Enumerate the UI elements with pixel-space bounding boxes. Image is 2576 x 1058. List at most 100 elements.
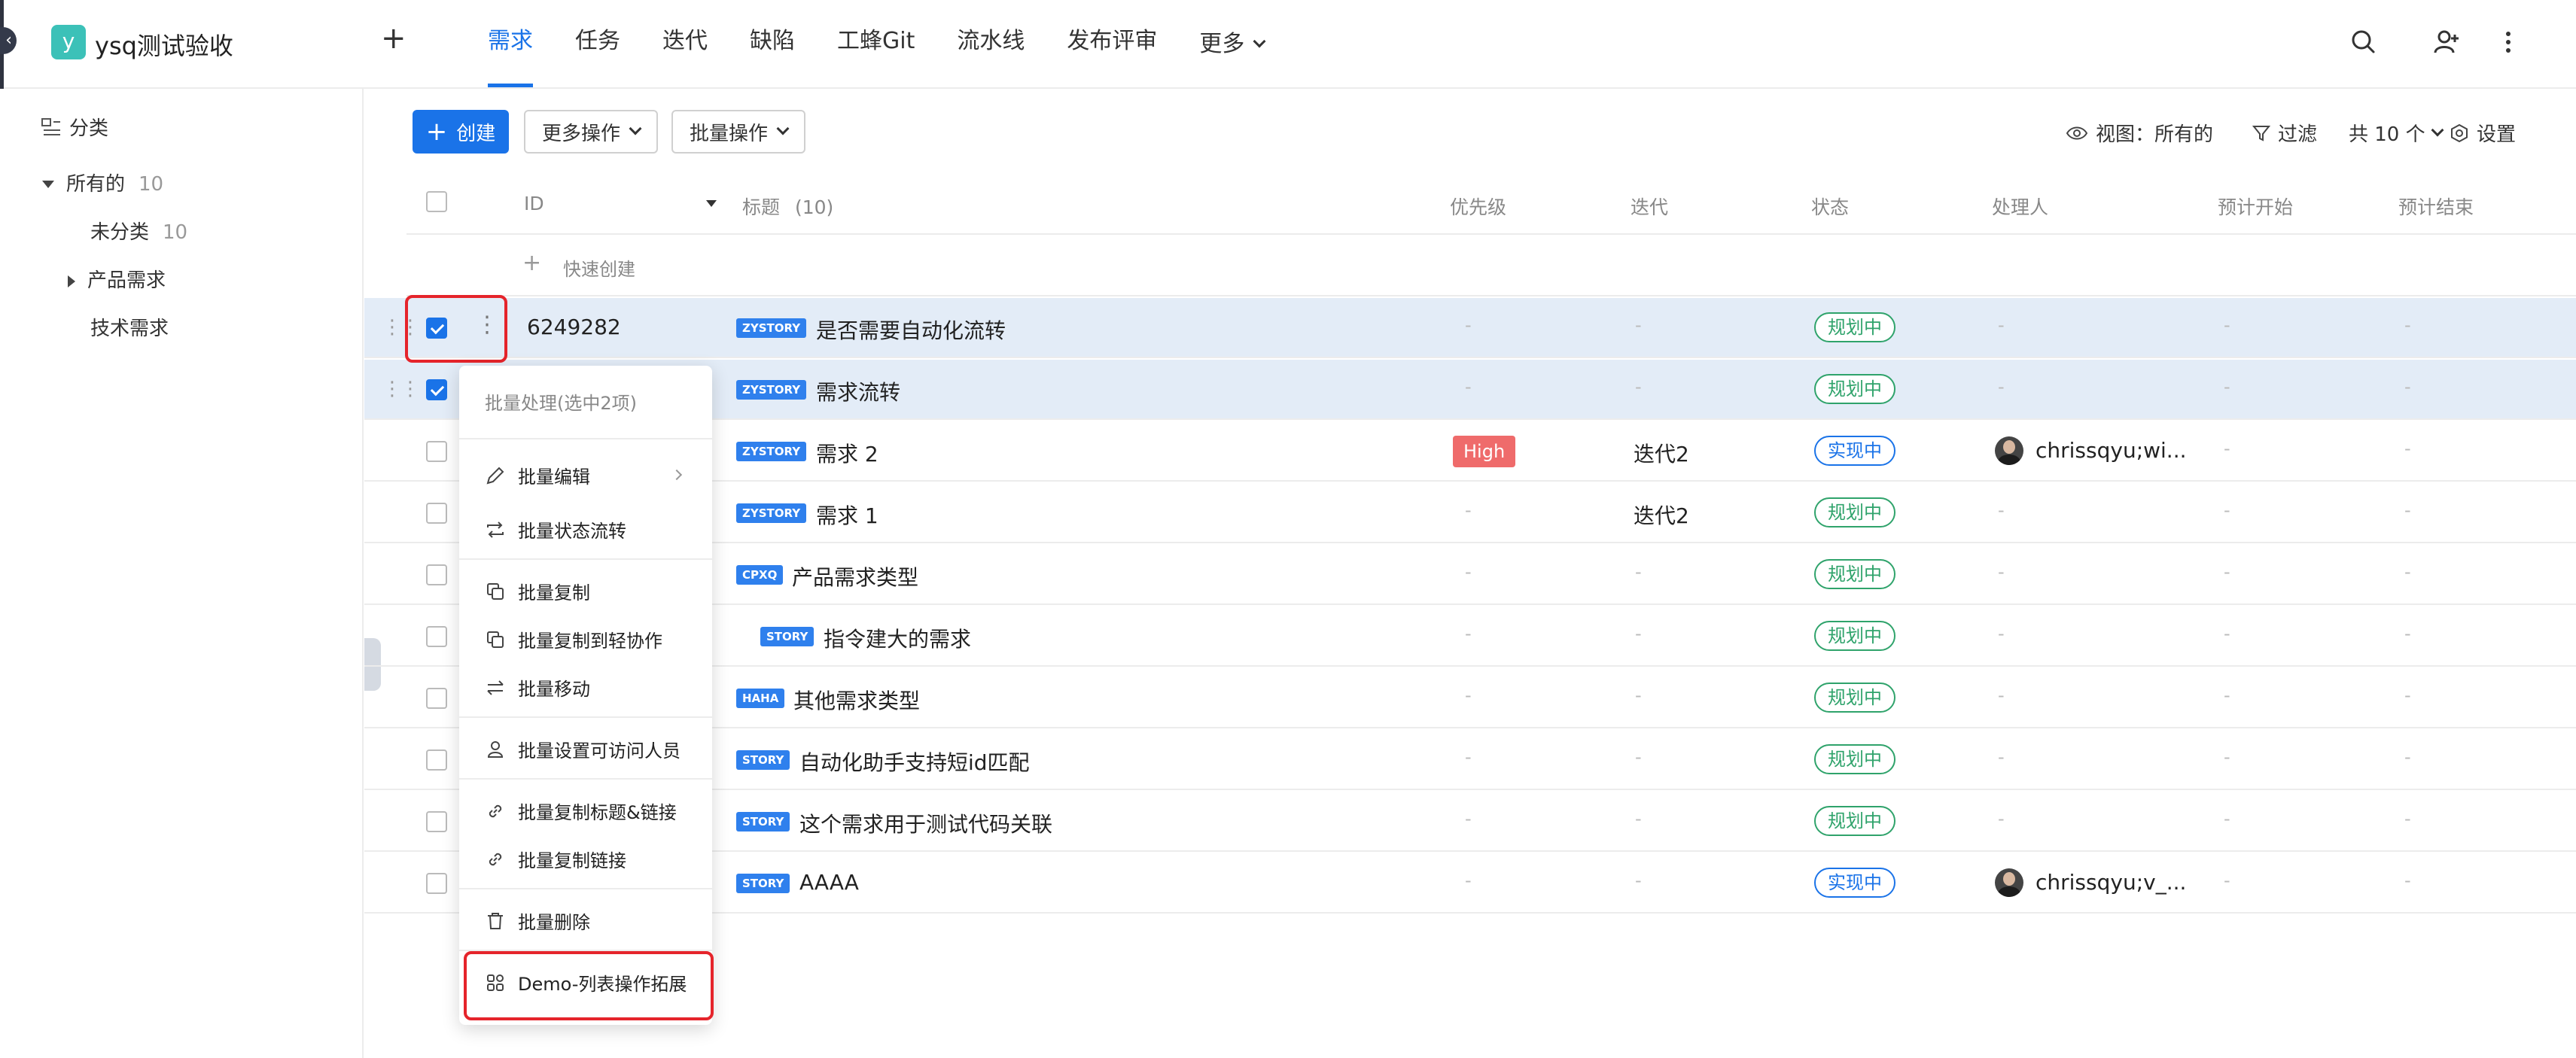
tab-git[interactable]: 工蜂Git bbox=[816, 0, 936, 89]
chevron-down-icon bbox=[1253, 35, 1266, 48]
row-iteration[interactable]: 迭代2 bbox=[1634, 500, 1689, 530]
drag-handle-icon[interactable]: ⋮⋮ bbox=[382, 378, 420, 400]
sidebar-item-all[interactable]: 所有的 10 bbox=[42, 169, 163, 196]
select-all-checkbox[interactable] bbox=[426, 191, 447, 212]
column-header-assignee[interactable]: 处理人 bbox=[1992, 193, 2048, 220]
row-title[interactable]: 指令建大的需求 bbox=[824, 623, 971, 653]
avatar bbox=[1995, 436, 2023, 465]
menu-divider bbox=[459, 558, 712, 560]
row-checkbox[interactable] bbox=[426, 441, 447, 462]
batch-move-item[interactable]: 批量移动 bbox=[485, 674, 590, 701]
end-empty: - bbox=[2404, 623, 2411, 644]
status-badge[interactable]: 实现中 bbox=[1814, 868, 1895, 898]
row-title[interactable]: 自动化助手支持短id匹配 bbox=[799, 746, 1030, 777]
batch-operations-button[interactable]: 批量操作 bbox=[671, 110, 806, 154]
row-id[interactable]: 6249282 bbox=[527, 315, 621, 339]
chevron-down-icon bbox=[629, 122, 642, 135]
row-checkbox[interactable] bbox=[426, 379, 447, 400]
sidebar-item-product-req[interactable]: 产品需求 bbox=[68, 265, 166, 293]
row-checkbox[interactable] bbox=[426, 503, 447, 524]
table-row[interactable]: ⋮⋮ ⋮ 6249282 ZYSTORY 是否需要自动化流转 - - 规划中 -… bbox=[364, 298, 2576, 358]
row-title[interactable]: 需求流转 bbox=[816, 376, 900, 406]
status-badge[interactable]: 规划中 bbox=[1814, 497, 1895, 527]
row-checkbox[interactable] bbox=[426, 749, 447, 771]
repeat-icon bbox=[487, 521, 504, 538]
status-badge[interactable]: 规划中 bbox=[1814, 744, 1895, 774]
sidebar-item-count: 10 bbox=[139, 173, 164, 196]
row-assignee[interactable]: chrissqyu;v_... bbox=[2036, 870, 2186, 895]
row-title[interactable]: 其他需求类型 bbox=[793, 685, 920, 715]
tab-pipeline[interactable]: 流水线 bbox=[936, 0, 1046, 89]
batch-status-flow-item[interactable]: 批量状态流转 bbox=[485, 516, 626, 543]
row-title[interactable]: 需求 1 bbox=[816, 500, 878, 530]
column-header-title[interactable]: 标题 (10) bbox=[742, 193, 833, 220]
status-badge[interactable]: 实现中 bbox=[1814, 436, 1895, 466]
chevron-down-icon bbox=[776, 122, 790, 135]
row-title[interactable]: AAAA bbox=[799, 870, 859, 895]
row-title[interactable]: 是否需要自动化流转 bbox=[816, 315, 1006, 345]
status-badge[interactable]: 规划中 bbox=[1814, 683, 1895, 713]
row-checkbox[interactable] bbox=[426, 564, 447, 585]
row-assignee[interactable]: chrissqyu;wi... bbox=[2036, 438, 2187, 463]
avatar bbox=[1995, 868, 2023, 897]
create-button-label: 创建 bbox=[456, 122, 496, 145]
priority-badge[interactable]: High bbox=[1453, 436, 1516, 467]
type-tag: STORY bbox=[736, 750, 790, 770]
column-header-id[interactable]: ID bbox=[524, 193, 544, 214]
row-title[interactable]: 需求 2 bbox=[816, 438, 878, 468]
batch-copy-to-lite-item[interactable]: 批量复制到轻协作 bbox=[485, 626, 662, 652]
tab-iterations[interactable]: 迭代 bbox=[641, 0, 729, 89]
column-header-title-label: 标题 bbox=[742, 196, 781, 218]
batch-edit-item[interactable]: 批量编辑 bbox=[485, 462, 688, 488]
start-empty: - bbox=[2224, 561, 2230, 582]
quick-create-row[interactable]: + 快速创建 bbox=[406, 236, 2576, 296]
add-button[interactable]: + bbox=[381, 21, 406, 56]
column-header-status[interactable]: 状态 bbox=[1811, 193, 1849, 220]
sidebar-item-uncategorized[interactable]: 未分类 10 bbox=[90, 217, 187, 245]
row-title[interactable]: 产品需求类型 bbox=[792, 561, 918, 591]
status-badge[interactable]: 规划中 bbox=[1814, 621, 1895, 651]
project-name[interactable]: ysq测试验收 bbox=[95, 27, 233, 62]
column-header-start[interactable]: 预计开始 bbox=[2218, 193, 2293, 220]
more-vertical-icon[interactable] bbox=[2493, 27, 2523, 57]
assignee-empty: - bbox=[1998, 561, 2005, 582]
tab-requirements[interactable]: 需求 bbox=[467, 0, 554, 89]
settings-button[interactable]: 设置 bbox=[2450, 119, 2516, 147]
create-button[interactable]: + 创建 bbox=[413, 110, 509, 154]
row-title[interactable]: 这个需求用于测试代码关联 bbox=[799, 808, 1052, 838]
menu-item-label: 批量状态流转 bbox=[518, 521, 626, 542]
batch-delete-item[interactable]: 批量删除 bbox=[485, 908, 590, 934]
more-operations-button[interactable]: 更多操作 bbox=[524, 110, 659, 154]
sidebar-item-tech-req[interactable]: 技术需求 bbox=[90, 313, 169, 341]
status-badge[interactable]: 规划中 bbox=[1814, 312, 1895, 342]
filter-button[interactable]: 过滤 bbox=[2252, 119, 2317, 147]
search-icon[interactable] bbox=[2349, 27, 2379, 57]
end-empty: - bbox=[2404, 685, 2411, 706]
batch-copy-link-item[interactable]: 批量复制链接 bbox=[485, 846, 626, 872]
row-checkbox[interactable] bbox=[426, 811, 447, 832]
status-badge[interactable]: 规划中 bbox=[1814, 559, 1895, 589]
add-user-icon[interactable] bbox=[2431, 27, 2462, 57]
project-logo[interactable]: y bbox=[51, 25, 86, 59]
total-count-button[interactable]: 共 10 个 bbox=[2349, 119, 2444, 147]
sort-down-icon[interactable] bbox=[706, 200, 717, 207]
batch-set-access-item[interactable]: 批量设置可访问人员 bbox=[485, 736, 681, 762]
row-checkbox[interactable] bbox=[426, 873, 447, 894]
tab-defects[interactable]: 缺陷 bbox=[729, 0, 816, 89]
more-operations-label: 更多操作 bbox=[542, 122, 621, 145]
tab-tasks[interactable]: 任务 bbox=[554, 0, 641, 89]
row-checkbox[interactable] bbox=[426, 626, 447, 647]
column-header-end[interactable]: 预计结束 bbox=[2398, 193, 2474, 220]
view-selector[interactable]: 视图：所有的 bbox=[2066, 119, 2213, 147]
column-header-iteration[interactable]: 迭代 bbox=[1631, 193, 1668, 220]
column-header-priority[interactable]: 优先级 bbox=[1450, 193, 1506, 220]
status-badge[interactable]: 规划中 bbox=[1814, 806, 1895, 836]
tab-more[interactable]: 更多 bbox=[1178, 0, 1285, 89]
row-checkbox[interactable] bbox=[426, 688, 447, 709]
batch-copy-item[interactable]: 批量复制 bbox=[485, 578, 590, 604]
row-iteration[interactable]: 迭代2 bbox=[1634, 438, 1689, 468]
status-badge[interactable]: 规划中 bbox=[1814, 374, 1895, 404]
category-header: 分类 bbox=[41, 113, 108, 141]
tab-release-review[interactable]: 发布评审 bbox=[1046, 0, 1178, 89]
batch-copy-title-link-item[interactable]: 批量复制标题&链接 bbox=[485, 798, 677, 824]
